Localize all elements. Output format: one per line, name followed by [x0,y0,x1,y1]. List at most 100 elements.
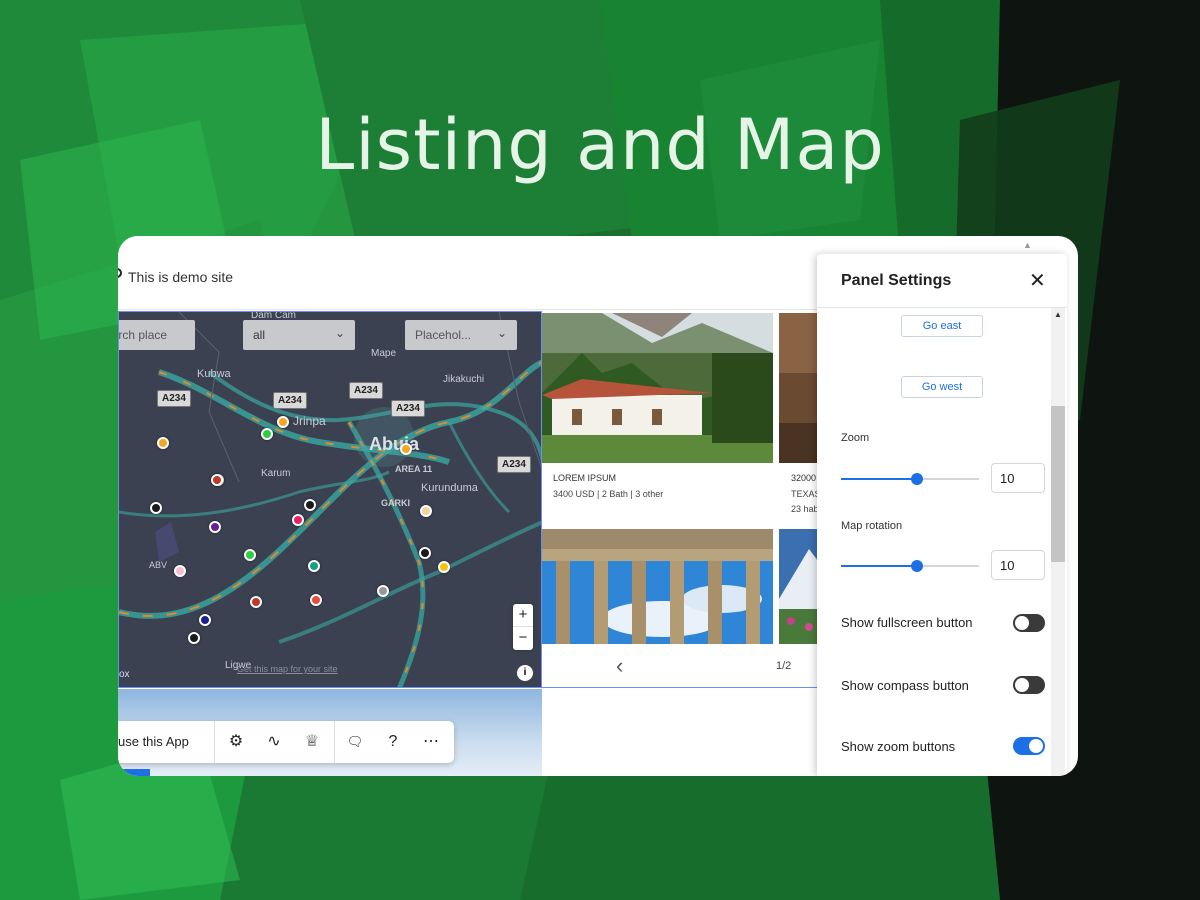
zoom-label: Zoom [841,432,870,444]
rotation-slider-fill [841,565,917,567]
filter-select[interactable]: Placehol... ⌄ [405,320,517,350]
rotation-slider-thumb[interactable] [911,560,923,572]
map-marker[interactable] [420,505,432,517]
map-marker[interactable] [250,596,262,608]
go-east-button[interactable]: Go east [901,315,983,337]
map-label-mape: Mape [371,348,397,359]
map-marker[interactable] [174,565,186,577]
zoom-buttons-toggle-label: Show zoom buttons [841,739,956,754]
map-info-button[interactable]: i [517,665,533,681]
zoom-slider[interactable] [841,473,979,485]
fullscreen-toggle[interactable] [1013,614,1045,632]
category-select-value: all [253,328,266,342]
zoom-buttons-toggle[interactable] [1013,737,1045,755]
go-west-button[interactable]: Go west [901,376,983,398]
comment-icon[interactable]: 🗨 [344,731,366,753]
upgrade-button[interactable] [118,769,150,776]
map-label-kubwa: Kubwa [197,368,231,380]
map-marker[interactable] [377,585,389,597]
zoom-slider-fill [841,478,917,480]
map-marker[interactable] [310,594,322,606]
rotation-value-input[interactable]: 10 [991,550,1045,580]
road-badge: A234 [349,382,383,399]
listing-photo-villa[interactable] [542,313,773,463]
zoom-slider-thumb[interactable] [911,473,923,485]
map-marker[interactable] [244,549,256,561]
map-zoom-control: + − [513,604,533,650]
road-badge: A234 [391,400,425,417]
divider [214,721,215,763]
temple-image [542,529,773,644]
editor-toolbar: use this App ⚙ ∿ ♕ 🗨 ? ⋯ [118,721,454,763]
hero-title: Listing and Map [315,104,885,186]
listing-item-meta: 3400 USD | 2 Bath | 3 other [553,489,664,499]
chevron-down-icon: ⌄ [496,326,507,340]
zoom-out-button[interactable]: − [513,627,533,650]
compass-toggle[interactable] [1013,676,1045,694]
map-label-abv: ABV [149,560,168,570]
gear-icon[interactable]: ⚙ [225,731,247,753]
map-label-karum: Karum [261,468,291,479]
fullscreen-toggle-label: Show fullscreen button [841,615,973,630]
compass-toggle-label: Show compass button [841,678,969,693]
map-marker[interactable] [292,514,304,526]
map-marker[interactable] [188,632,200,644]
scroll-up-icon[interactable]: ▲ [1054,310,1062,319]
pager-page-indicator: 1/2 [776,660,792,672]
map-label-garki: GARKI [381,498,410,508]
route-icon[interactable]: ∿ [263,731,285,753]
map-city-label: Abuja [369,434,420,454]
map-roads [119,312,541,687]
panel-scrollbar[interactable]: ▲ [1051,308,1065,776]
listing-item-title: 32000 [791,473,817,483]
map-label-kurunduma: Kurunduma [421,482,478,494]
toggle-knob [1029,739,1043,753]
close-icon[interactable]: ✕ [1029,268,1046,293]
search-place-input[interactable]: Search place [118,320,195,350]
zoom-in-button[interactable]: + [513,604,533,627]
map-marker[interactable] [209,521,221,533]
listing-item-extra: 23 hab [791,504,819,514]
map-marker[interactable] [304,499,316,511]
pager-prev-button[interactable]: ‹ [616,653,623,679]
map-label-jikakuchi: Jikakuchi [443,374,485,385]
map-label-jrinpa: Jrinpa [293,414,326,428]
road-badge: A234 [497,456,531,473]
toggle-knob [1015,678,1029,692]
map-marker[interactable] [400,443,412,455]
panel-title: Panel Settings [841,272,952,289]
panel-scroll-thumb[interactable] [1051,406,1065,562]
crown-icon[interactable]: ♕ [301,731,323,753]
listing-photo-temple[interactable] [542,529,773,644]
app-preview-card: This is demo site ▲ Search place all ⌄ [118,236,1078,776]
category-select[interactable]: all ⌄ [243,320,355,350]
listing-grid: LOREM IPSUM 3400 USD | 2 Bath | 3 other … [542,311,842,688]
listing-item-title: LOREM IPSUM [553,473,617,483]
road-badge: A234 [273,392,307,409]
map-attribution-link[interactable]: Get this map for your site [237,664,338,674]
rotation-slider[interactable] [841,560,979,572]
use-this-app-button[interactable]: use this App [118,734,189,749]
more-icon[interactable]: ⋯ [420,731,442,753]
map-marker[interactable] [157,437,169,449]
panel-settings: Panel Settings ✕ Go east Go west Zoom 10… [817,254,1067,776]
map-marker[interactable] [211,474,223,486]
map-corner-label: ox [119,669,130,680]
zoom-value-input[interactable]: 10 [991,463,1045,493]
map-marker[interactable] [150,502,162,514]
villa-image [542,313,773,463]
search-place-placeholder: Search place [118,328,168,342]
map-label-area11: AREA 11 [395,464,433,474]
panel-header: Panel Settings ✕ [817,254,1067,308]
divider [542,687,842,688]
help-icon[interactable]: ? [382,731,404,753]
map-marker[interactable] [308,560,320,572]
map-marker[interactable] [419,547,431,559]
map-marker[interactable] [199,614,211,626]
map-marker[interactable] [261,428,273,440]
demo-site-notice: This is demo site [128,269,234,285]
map-widget[interactable]: Search place all ⌄ Placehol... ⌄ A234 A2… [118,311,542,688]
filter-select-placeholder: Placehol... [415,328,472,342]
map-marker[interactable] [277,416,289,428]
map-marker[interactable] [438,561,450,573]
